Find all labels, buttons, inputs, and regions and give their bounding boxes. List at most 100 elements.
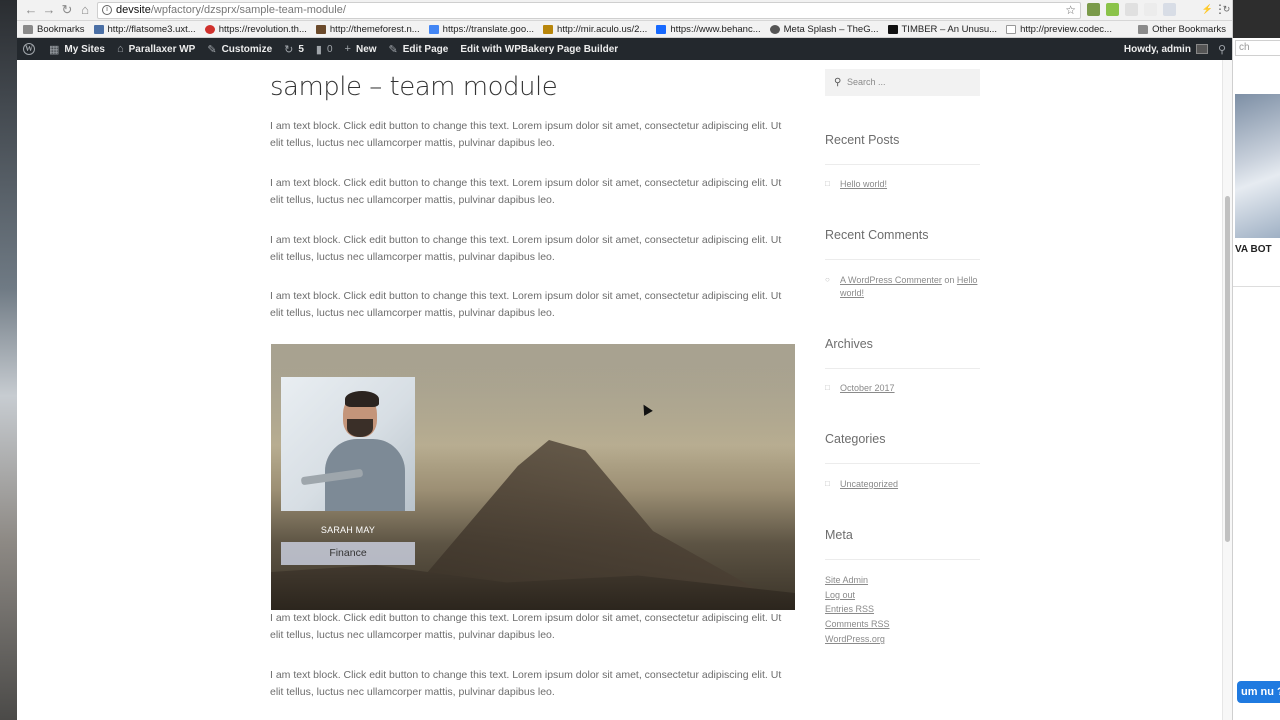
background-search-input[interactable]: ch xyxy=(1235,40,1280,56)
search-input[interactable]: ⚲ Search ... xyxy=(825,69,980,96)
bookmark-item[interactable]: Bookmarks xyxy=(23,24,85,35)
reload-icon[interactable]: ↻ xyxy=(59,2,75,18)
comment-icon: ○ xyxy=(825,275,830,284)
background-image xyxy=(1235,94,1280,238)
edit-icon: ✎ xyxy=(388,43,398,56)
gear-icon xyxy=(769,24,780,34)
search-icon[interactable]: ⚲ xyxy=(1218,43,1226,56)
bookmark-label: http://themeforest.n... xyxy=(329,23,420,35)
admin-bar-my-sites[interactable]: ▦ My Sites xyxy=(49,43,105,56)
text-block: I am text block. Click edit button to ch… xyxy=(270,669,782,698)
comments-icon: ▮ xyxy=(315,43,322,56)
text-block: I am text block. Click edit button to ch… xyxy=(270,612,782,641)
bookmark-item[interactable]: https://revolution.th... xyxy=(204,23,307,35)
home-icon[interactable]: ⌂ xyxy=(77,2,93,18)
background-window[interactable]: ch VA BOT um nu ? pl xyxy=(1232,0,1280,720)
url-path: /wpfactory/dzsprx/sample-team-module/ xyxy=(150,4,346,16)
notes-icon[interactable] xyxy=(1163,3,1176,16)
category-link[interactable]: Uncategorized xyxy=(840,478,980,491)
themeforest-icon xyxy=(315,24,326,34)
archive-link[interactable]: October 2017 xyxy=(840,382,980,395)
extension-icon[interactable] xyxy=(1182,3,1195,16)
meta-link-entries-rss[interactable]: Entries RSS xyxy=(825,603,874,616)
admin-bar-label: Edit Page xyxy=(402,43,449,55)
admin-bar-label: Edit with WPBakery Page Builder xyxy=(460,43,619,55)
bookmarks-bar: Bookmarks http://flatsome3.uxt... https:… xyxy=(17,21,1232,38)
admin-bar-label: Parallaxer WP xyxy=(128,43,196,55)
page-scrollbar[interactable] xyxy=(1222,60,1232,720)
page-icon xyxy=(1006,24,1017,34)
bookmark-item[interactable]: TIMBER – An Unusu... xyxy=(887,23,998,35)
background-window-topbar xyxy=(1233,0,1280,38)
extension-icon[interactable] xyxy=(1144,3,1157,16)
archives-title: Archives xyxy=(825,337,873,351)
admin-bar-edit-page[interactable]: ✎ Edit Page xyxy=(389,43,449,56)
search-icon: ⚲ xyxy=(834,77,842,88)
bookmark-item[interactable]: http://preview.codec... xyxy=(1006,24,1112,35)
home-icon: ⌂ xyxy=(116,43,124,55)
folder-icon: □ xyxy=(825,479,830,488)
page-title: sample – team module xyxy=(270,72,558,102)
other-bookmarks[interactable]: Other Bookmarks xyxy=(1138,21,1226,38)
photo-hair xyxy=(345,391,379,407)
bookmark-label: https://revolution.th... xyxy=(218,23,307,35)
avatar xyxy=(1195,44,1208,54)
photo-beard xyxy=(347,419,373,437)
folder-icon xyxy=(1138,25,1149,34)
meta-link-comments-rss[interactable]: Comments RSS xyxy=(825,618,890,631)
meta-link-log-out[interactable]: Log out xyxy=(825,589,855,602)
meta-link-site-admin[interactable]: Site Admin xyxy=(825,574,868,587)
meta-title: Meta xyxy=(825,528,853,542)
android-icon[interactable] xyxy=(1106,3,1119,16)
pencil-icon xyxy=(543,24,554,34)
star-icon[interactable]: ☆ xyxy=(1065,3,1076,18)
forward-icon[interactable]: → xyxy=(41,2,57,18)
bolt-icon[interactable]: ⚡ xyxy=(1201,3,1214,16)
recent-post-link[interactable]: Hello world! xyxy=(840,178,980,191)
bookmark-label: https://translate.goo... xyxy=(442,23,535,35)
admin-bar-label: Customize xyxy=(221,43,273,55)
admin-bar-new[interactable]: + New xyxy=(345,43,377,55)
admin-bar-comments[interactable]: ▮ 0 xyxy=(316,43,333,56)
bookmark-item[interactable]: Meta Splash – TheG... xyxy=(769,24,879,35)
recent-posts-title: Recent Posts xyxy=(825,133,900,147)
scrollbar-thumb[interactable] xyxy=(1225,196,1230,542)
team-module-banner: SARAH MAY Finance xyxy=(271,344,795,610)
comment-author-link[interactable]: A WordPress Commenter xyxy=(840,275,942,285)
bookmark-item[interactable]: http://mir.aculo.us/2... xyxy=(543,24,647,35)
admin-bar-wpbakery[interactable]: Edit with WPBakery Page Builder xyxy=(460,44,618,55)
recent-comment: A WordPress Commenter on Hello world! xyxy=(840,274,980,300)
browser-toolbar: ← → ↻ ⌂ i devsite/wpfactory/dzsprx/sampl… xyxy=(17,0,1232,21)
widget-divider xyxy=(825,559,980,560)
flatsome-icon xyxy=(93,24,104,34)
address-bar[interactable]: i devsite/wpfactory/dzsprx/sample-team-m… xyxy=(97,2,1081,19)
background-chat-bubble[interactable]: um nu ? pl xyxy=(1237,681,1280,703)
info-icon[interactable]: i xyxy=(102,5,112,15)
background-caption: VA BOT xyxy=(1235,244,1272,255)
team-member-card[interactable]: SARAH MAY Finance xyxy=(281,377,415,565)
member-photo xyxy=(281,377,415,511)
widget-divider xyxy=(825,259,980,260)
bookmark-item[interactable]: http://flatsome3.uxt... xyxy=(93,24,196,35)
widget-divider xyxy=(825,164,980,165)
comment-post-link[interactable]: Hello xyxy=(957,275,978,285)
admin-bar-account[interactable]: Howdy, admin ⚲ xyxy=(1124,38,1226,60)
back-icon[interactable]: ← xyxy=(23,2,39,18)
admin-bar-customize[interactable]: ✎ Customize xyxy=(207,43,272,56)
bookmark-item[interactable]: https://translate.goo... xyxy=(428,23,535,35)
comment-post-link[interactable]: world! xyxy=(840,288,864,298)
admin-bar-updates[interactable]: ↻ 5 xyxy=(284,43,304,56)
comment-on-text: on xyxy=(944,275,955,285)
member-role: Finance xyxy=(281,542,415,565)
menu-icon[interactable]: ⋮ xyxy=(1214,2,1226,16)
wordpress-logo-icon[interactable]: W xyxy=(23,43,35,55)
extension-icon[interactable] xyxy=(1087,3,1100,16)
bookmark-label: TIMBER – An Unusu... xyxy=(901,23,998,35)
meta-link-wordpress-org[interactable]: WordPress.org xyxy=(825,633,885,646)
admin-bar-site-name[interactable]: ⌂ Parallaxer WP xyxy=(117,43,195,55)
widget-divider xyxy=(825,463,980,464)
bookmark-item[interactable]: http://themeforest.n... xyxy=(315,23,420,35)
main-column: sample – team module I am text block. Cl… xyxy=(270,60,795,698)
extension-icon[interactable] xyxy=(1125,3,1138,16)
bookmark-item[interactable]: https://www.behanc... xyxy=(656,24,761,35)
